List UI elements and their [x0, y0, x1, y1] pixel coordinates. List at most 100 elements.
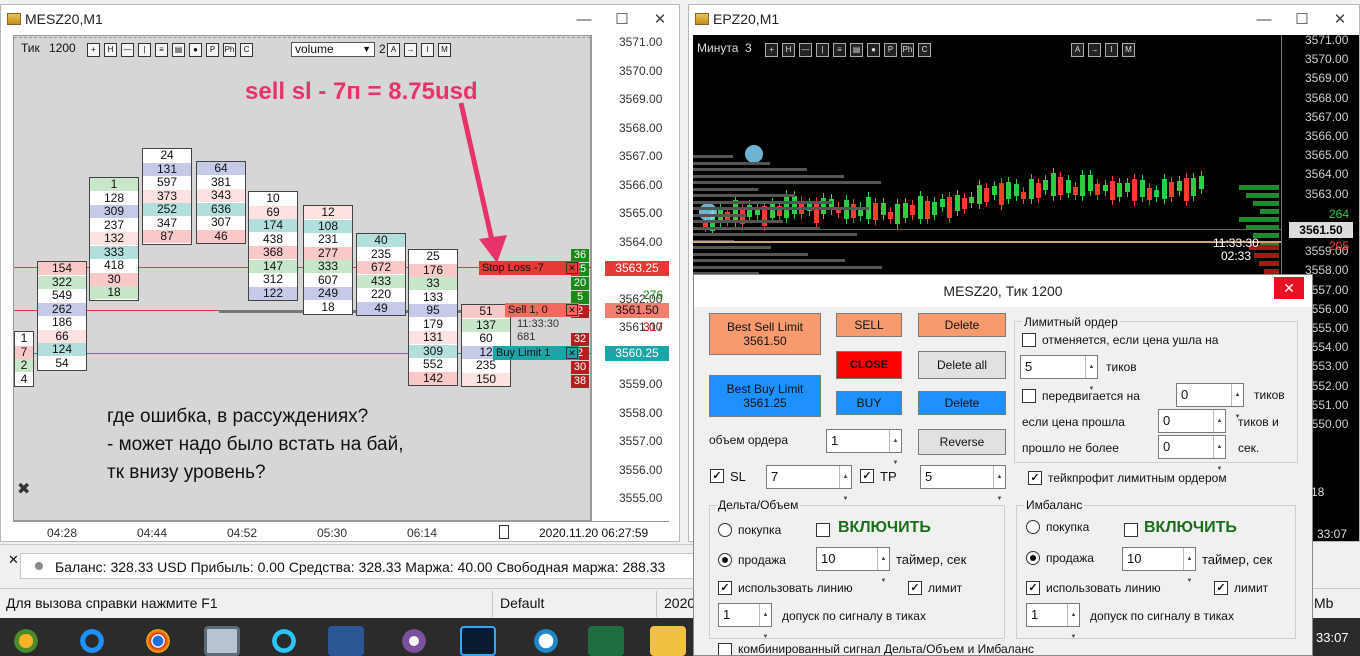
- folder-icon[interactable]: [650, 626, 686, 656]
- stepper-icon[interactable]: ▲▼: [1213, 436, 1225, 472]
- close-position-icon[interactable]: ✕: [566, 304, 578, 316]
- cancel-if-checkbox[interactable]: [1022, 333, 1036, 347]
- chrome-icon[interactable]: [140, 626, 176, 656]
- toolbar-tool-icon[interactable]: →: [1088, 43, 1101, 57]
- combined-signal-checkbox[interactable]: [718, 643, 732, 655]
- toolbar-tool-icon[interactable]: —: [121, 43, 134, 57]
- toolbar-tool-icon[interactable]: ●: [189, 43, 202, 57]
- delta-tolerance-input[interactable]: 1 ▲ ▼: [718, 603, 772, 640]
- viber-icon[interactable]: [396, 626, 432, 656]
- terminal-close-icon[interactable]: ✕: [8, 552, 19, 568]
- toolbar-tool-icon[interactable]: |: [138, 43, 151, 57]
- toolbar-tool-icon[interactable]: M: [1122, 43, 1135, 57]
- tp-limit-checkbox[interactable]: ✓: [1028, 471, 1042, 485]
- delta-enable-checkbox[interactable]: [816, 523, 830, 537]
- close-limit-icon[interactable]: ✕: [566, 347, 578, 359]
- delta-limit-checkbox[interactable]: ✓: [908, 581, 922, 595]
- alice-icon[interactable]: [266, 626, 302, 656]
- delta-sell-radio[interactable]: [718, 553, 732, 567]
- toolbar-tool-icon[interactable]: P: [206, 43, 219, 57]
- imb-tolerance-input[interactable]: 1 ▲ ▼: [1026, 603, 1080, 640]
- delete-all-button[interactable]: Delete all: [918, 351, 1006, 379]
- toolbar-tool-icon[interactable]: C: [918, 43, 931, 57]
- delete-sell-button[interactable]: Delete: [918, 313, 1006, 337]
- close-icon[interactable]: ✕: [1321, 5, 1359, 33]
- toolbar-tool-icon[interactable]: I: [421, 43, 434, 57]
- stepper-icon[interactable]: ▲▼: [1067, 604, 1079, 640]
- chrome-like-start-icon[interactable]: [8, 626, 44, 656]
- delta-timer-input[interactable]: 10 ▲ ▼: [816, 547, 890, 584]
- order-volume-input[interactable]: 1 ▲ ▼: [826, 429, 902, 466]
- toolbar-tool-icon[interactable]: A: [387, 43, 400, 57]
- maximize-icon[interactable]: ☐: [1283, 5, 1321, 33]
- toolbar-tool-icon[interactable]: M: [438, 43, 451, 57]
- toolbar-tool-icon[interactable]: ●: [867, 43, 880, 57]
- right-window-titlebar[interactable]: EPZ20,M1 — ☐ ✕: [689, 5, 1359, 33]
- trade-panel-dialog[interactable]: MESZ20, Тик 1200 ✕ Best Sell Limit 3561.…: [693, 274, 1313, 656]
- tools-icon[interactable]: ✖: [17, 479, 30, 499]
- toolbar-tool-icon[interactable]: ≡: [833, 43, 846, 57]
- left-window-titlebar[interactable]: MESZ20,M1 — ☐ ✕: [1, 5, 679, 33]
- minimize-icon[interactable]: —: [565, 5, 603, 33]
- toolbar-tool-icon[interactable]: P: [884, 43, 897, 57]
- stepper-icon[interactable]: ▲▼: [889, 430, 901, 466]
- toolbar-tool-icon[interactable]: ▤: [850, 43, 863, 57]
- imb-buy-radio[interactable]: [1026, 520, 1040, 534]
- stepper-icon[interactable]: ▲▼: [759, 604, 771, 640]
- imb-limit-checkbox[interactable]: ✓: [1214, 581, 1228, 595]
- imb-use-line-checkbox[interactable]: ✓: [1026, 581, 1040, 595]
- dialog-close-button[interactable]: ✕: [1274, 277, 1304, 299]
- toolbar-tool-icon[interactable]: ▤: [172, 43, 185, 57]
- toolbar-tool-icon[interactable]: +: [765, 43, 778, 57]
- best-buy-limit-button[interactable]: Best Buy Limit 3561.25: [709, 375, 821, 417]
- imb-enable-checkbox[interactable]: [1124, 523, 1138, 537]
- toolbar-tool-icon[interactable]: I: [1105, 43, 1118, 57]
- buy-button[interactable]: BUY: [836, 391, 902, 415]
- left-chart-window[interactable]: MESZ20,M1 — ☐ ✕ Тик 1200 + H — | ≡ ▤ ● P Ph C A → I M…: [0, 4, 680, 542]
- maximize-icon[interactable]: ☐: [603, 5, 641, 33]
- tp-input[interactable]: 5 ▲ ▼: [920, 465, 1006, 502]
- sl-input[interactable]: 7 ▲ ▼: [766, 465, 852, 502]
- indicator-select[interactable]: volume ▼: [291, 42, 375, 57]
- toolbar-tool-icon[interactable]: H: [104, 43, 117, 57]
- calculator-icon[interactable]: [204, 626, 240, 656]
- word-icon[interactable]: [328, 626, 364, 656]
- imb-sell-radio[interactable]: [1026, 551, 1040, 565]
- toolbar-tool-icon[interactable]: Ph: [223, 43, 236, 57]
- toolbar-tool-icon[interactable]: H: [782, 43, 795, 57]
- photoshop-icon[interactable]: [460, 626, 496, 656]
- close-order-icon[interactable]: ✕: [566, 262, 578, 274]
- stepper-icon[interactable]: ▲▼: [993, 466, 1005, 502]
- stepper-icon[interactable]: ▲▼: [1213, 410, 1225, 446]
- passed-ticks-input[interactable]: 0▲▼: [1158, 409, 1226, 446]
- close-button[interactable]: CLOSE: [836, 351, 902, 379]
- sell-button[interactable]: SELL: [836, 313, 902, 337]
- excel-icon[interactable]: [588, 626, 624, 656]
- stepper-icon[interactable]: ▲▼: [839, 466, 851, 502]
- toolbar-tool-icon[interactable]: →: [404, 43, 417, 57]
- stepper-icon[interactable]: ▲▼: [877, 548, 889, 584]
- stepper-icon[interactable]: ▲▼: [1231, 384, 1243, 420]
- toolbar-tool-icon[interactable]: C: [240, 43, 253, 57]
- passed-sec-input[interactable]: 0 ▲ ▼: [1158, 435, 1226, 472]
- buy-limit-order-label[interactable]: Buy Limit 1 ✕: [493, 346, 579, 360]
- stepper-icon[interactable]: ▲▼: [1183, 548, 1195, 584]
- delta-use-line-checkbox[interactable]: ✓: [718, 581, 732, 595]
- time-scroll-handle[interactable]: [499, 525, 509, 539]
- app-icon[interactable]: [528, 626, 564, 656]
- close-icon[interactable]: ✕: [641, 5, 679, 33]
- toolbar-tool-icon[interactable]: Ph: [901, 43, 914, 57]
- best-sell-limit-button[interactable]: Best Sell Limit 3561.50: [709, 313, 821, 355]
- stepper-icon[interactable]: ▲▼: [1085, 356, 1097, 392]
- stop-loss-order-label[interactable]: Stop Loss -7 ✕: [479, 261, 579, 275]
- toolbar-tool-icon[interactable]: A: [1071, 43, 1084, 57]
- sl-checkbox[interactable]: ✓: [710, 469, 724, 483]
- delta-buy-radio[interactable]: [718, 523, 732, 537]
- imb-timer-input[interactable]: 10 ▲ ▼: [1122, 547, 1196, 584]
- delete-buy-button[interactable]: Delete: [918, 391, 1006, 415]
- toolbar-tool-icon[interactable]: +: [87, 43, 100, 57]
- cancel-ticks-input[interactable]: 5 ▲ ▼: [1020, 355, 1098, 392]
- reverse-button[interactable]: Reverse: [918, 429, 1006, 455]
- tp-checkbox[interactable]: ✓: [860, 469, 874, 483]
- sell-position-label[interactable]: Sell 1, 0 ✕: [505, 303, 579, 317]
